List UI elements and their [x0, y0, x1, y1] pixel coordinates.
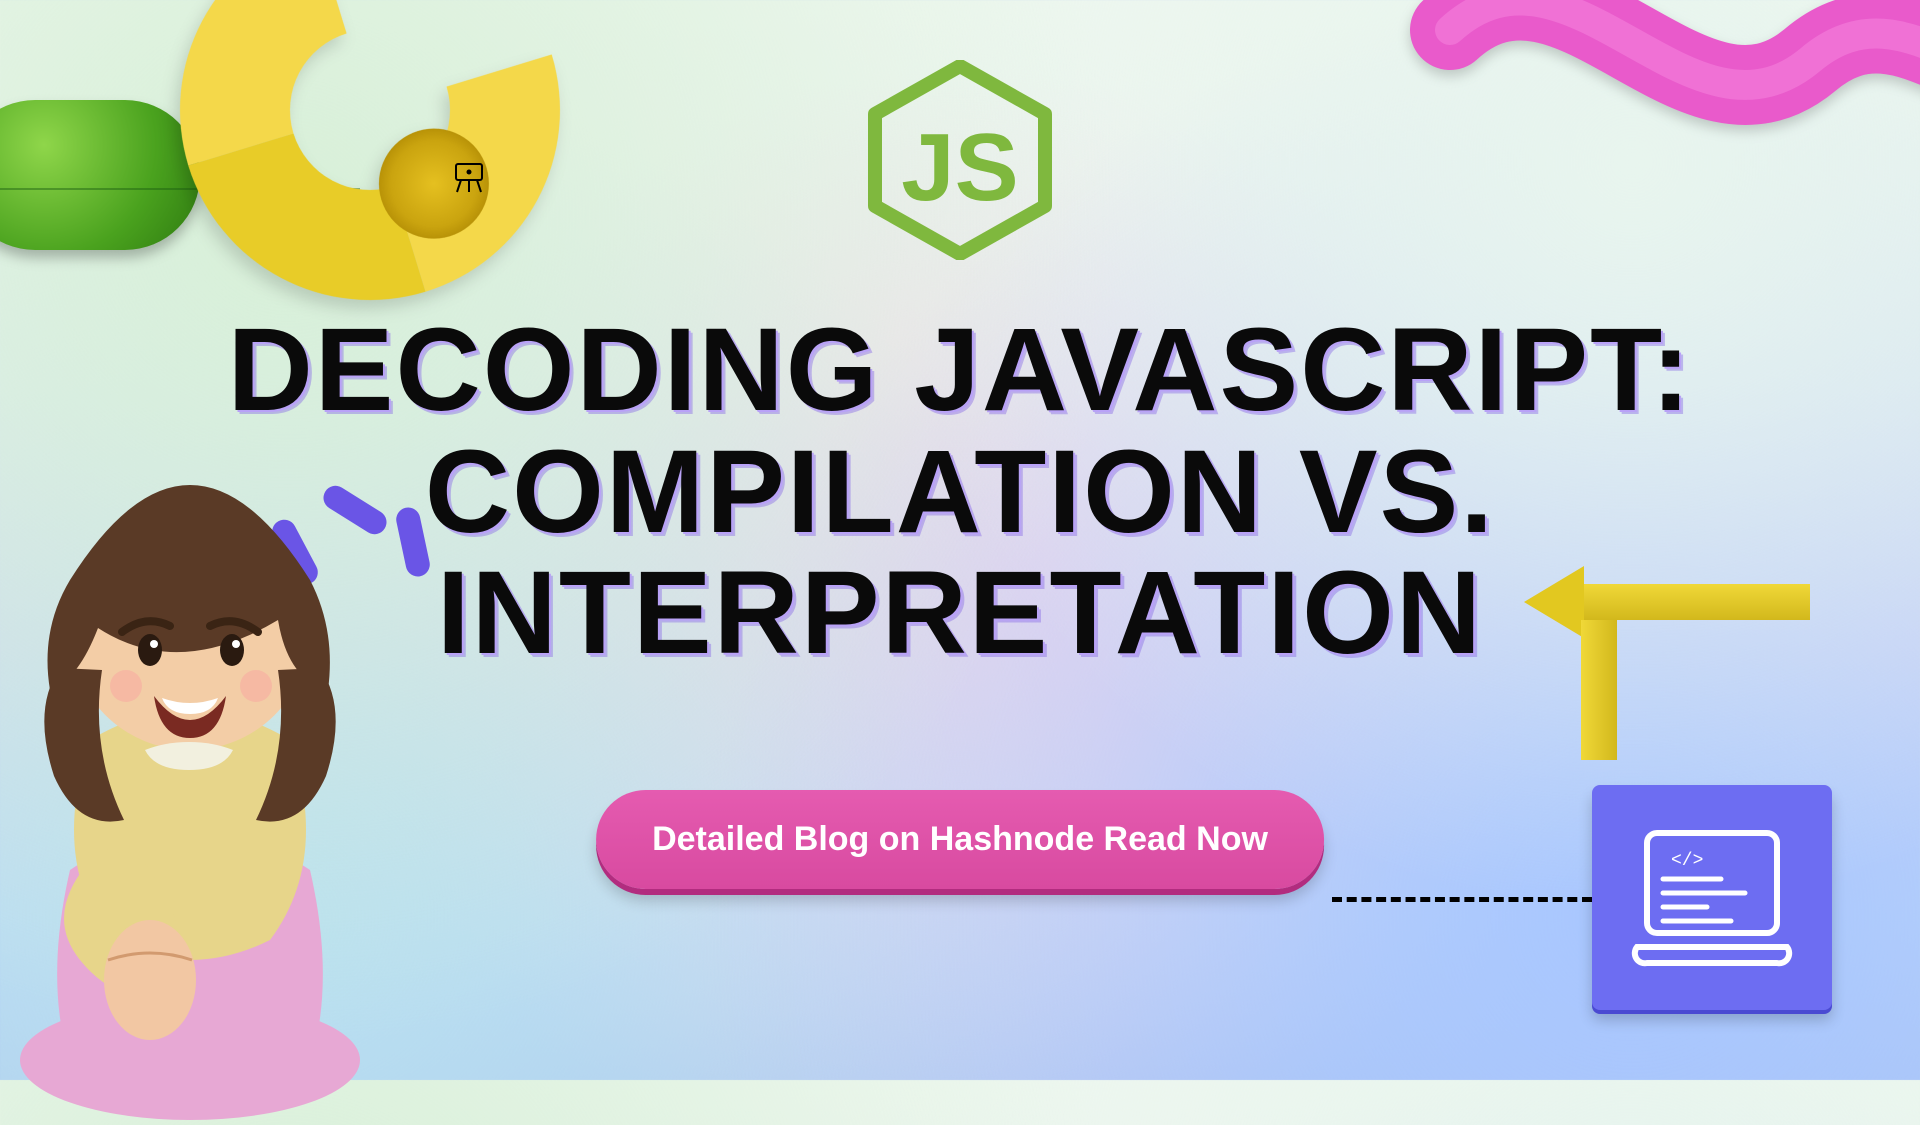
yellow-arrow-shape	[1530, 550, 1810, 750]
js-logo: JS	[855, 60, 1065, 260]
easel-icon	[452, 160, 486, 194]
character-illustration	[0, 400, 460, 1120]
svg-text:</>: </>	[1671, 851, 1703, 871]
code-laptop-icon: </>	[1592, 785, 1832, 1010]
read-now-button[interactable]: Detailed Blog on Hashnode Read Now	[596, 790, 1324, 889]
js-logo-text: JS	[901, 114, 1018, 221]
dashed-connector	[1332, 897, 1592, 902]
pink-squiggle-shape	[1390, 0, 1920, 280]
green-pill-shape	[0, 100, 200, 250]
